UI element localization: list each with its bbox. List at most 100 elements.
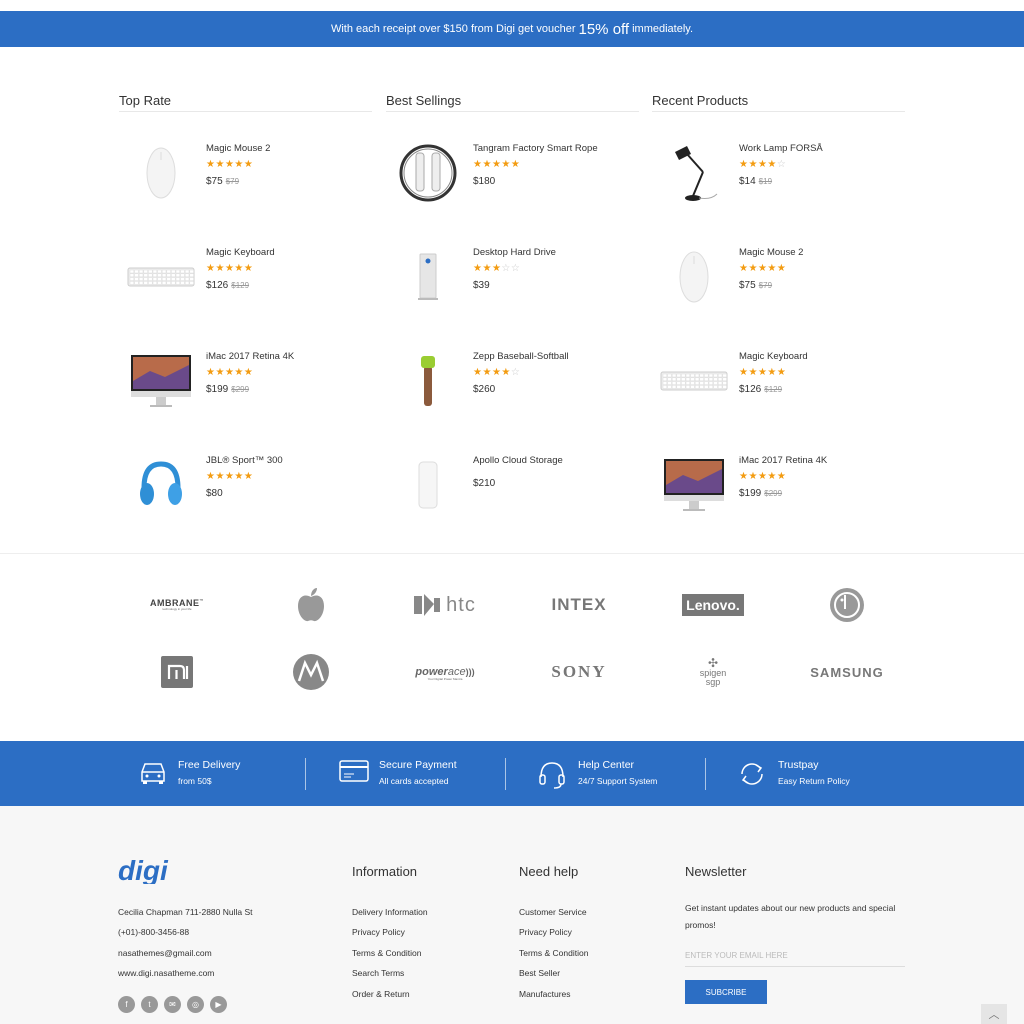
mouse-icon[interactable] [660,247,728,307]
product-column: Top Rate Magic Mouse 2 ★★★★★ $75 $79 Magic Ke… [119,84,372,505]
star-rating: ★★★★★ [739,471,827,482]
product-name[interactable]: JBL® Sport™ 300 [206,455,283,466]
star-icon: ★ [243,471,254,482]
product-name[interactable]: Apollo Cloud Storage [473,455,563,466]
twitter-icon[interactable]: t [141,996,158,1013]
footer-address: Cecilia Chapman 711-2880 Nulla St [118,907,253,917]
column-title: Best Sellings [386,84,639,112]
star-icon: ★ [510,159,521,170]
information-link[interactable]: Privacy Policy [352,927,405,937]
product-item[interactable]: Work Lamp FORSÅ ★★★★☆ $14 $19 [652,143,905,213]
brand-powerace-logo[interactable]: powerace))) Your Digital Power Mantra [378,647,512,697]
information-link[interactable]: Order & Return [352,989,410,999]
star-icon: ★ [776,263,787,274]
footer-website[interactable]: www.digi.nasatheme.com [118,968,214,978]
product-item[interactable]: iMac 2017 Retina 4K ★★★★★ $199 $299 [119,351,372,421]
back-to-top-button[interactable]: ︿ [981,1004,1007,1024]
current-price: $199 [206,384,229,395]
product-info: Magic Mouse 2 ★★★★★ $75 $79 [206,143,270,187]
feature-subtitle: 24/7 Support System [578,776,658,786]
headphones-icon[interactable] [127,455,195,515]
help-link[interactable]: Customer Service [519,907,587,917]
star-icon: ★ [482,159,492,170]
ambrane-tagline: technology in your life [162,607,192,611]
brand-intex-logo[interactable]: INTEX [512,580,646,630]
instagram-icon[interactable]: ◎ [187,996,204,1013]
information-title: Information [352,864,418,879]
feature-item: Help Center 24/7 Support System [538,741,738,806]
brand-sony-logo[interactable]: SONY [512,647,646,697]
footer-email[interactable]: nasathemes@gmail.com [118,948,212,958]
product-item[interactable]: Magic Keyboard ★★★★★ $126 $129 [652,351,905,421]
product-name[interactable]: Magic Mouse 2 [206,143,270,154]
help-link[interactable]: Privacy Policy [519,927,572,937]
star-icon: ★ [224,471,235,482]
information-link[interactable]: Delivery Information [352,907,428,917]
mi-logo[interactable] [110,647,244,697]
feature-divider [305,758,306,790]
star-icon: ★ [491,367,502,378]
motorola-logo[interactable] [244,647,378,697]
product-item[interactable]: Tangram Factory Smart Rope ★★★★★ $180 [386,143,639,213]
product-info: Desktop Hard Drive ★★★☆☆ $39 [473,247,556,291]
lg-logo[interactable] [780,580,914,630]
product-item[interactable]: iMac 2017 Retina 4K ★★★★★ $199 $299 [652,455,905,525]
youtube-icon[interactable]: ▶ [210,996,227,1013]
product-item[interactable]: Magic Mouse 2 ★★★★★ $75 $79 [119,143,372,213]
product-column: Recent Products Work Lamp FORSÅ ★★★★☆ $14 $1… [652,84,905,511]
star-icon: ★ [491,263,502,274]
product-name[interactable]: Desktop Hard Drive [473,247,556,258]
imac-icon[interactable] [660,455,728,515]
star-icon: ★ [215,471,225,482]
digi-logo[interactable]: digi [118,855,188,889]
help-link[interactable]: Best Seller [519,968,560,978]
product-item[interactable]: Zepp Baseball-Softball ★★★★☆ $260 [386,351,639,421]
imac-icon[interactable] [127,351,195,411]
email-icon[interactable]: ✉ [164,996,181,1013]
product-item[interactable]: Magic Mouse 2 ★★★★★ $75 $79 [652,247,905,317]
keyboard-icon[interactable] [660,351,728,411]
bat-sensor-icon[interactable] [394,351,462,411]
newsletter-email-input[interactable] [685,944,905,967]
product-name[interactable]: Tangram Factory Smart Rope [473,143,598,154]
product-name[interactable]: Work Lamp FORSÅ [739,143,823,154]
brand-samsung-logo[interactable]: SAMSUNG [780,647,914,697]
product-price: $260 [473,384,569,395]
subscribe-button[interactable]: SUBCRIBE [685,980,767,1004]
help-link[interactable]: Manufactures [519,989,571,999]
star-icon: ☆ [510,367,521,378]
facebook-icon[interactable]: f [118,996,135,1013]
information-link[interactable]: Search Terms [352,968,404,978]
brand-ambrane-logo[interactable]: AMBRANE™ technology in your life [110,580,244,630]
product-item[interactable]: Desktop Hard Drive ★★★☆☆ $39 [386,247,639,317]
product-name[interactable]: Magic Keyboard [739,351,808,362]
star-icon: ★ [767,367,777,378]
brand-spigen-sgp-logo[interactable]: ✣ spigen sgp [646,647,780,697]
product-name[interactable]: Magic Keyboard [206,247,275,258]
hard-drive-icon[interactable] [394,247,462,307]
product-name[interactable]: iMac 2017 Retina 4K [206,351,294,362]
current-price: $210 [473,478,496,489]
help-link[interactable]: Terms & Condition [519,948,588,958]
rope-icon[interactable] [394,143,462,203]
cloud-storage-icon[interactable] [394,455,462,515]
product-item[interactable]: Magic Keyboard ★★★★★ $126 $129 [119,247,372,317]
star-icon: ☆ [510,263,521,274]
product-info: Zepp Baseball-Softball ★★★★☆ $260 [473,351,569,395]
product-item[interactable]: Apollo Cloud Storage $210 [386,455,639,525]
product-name[interactable]: Zepp Baseball-Softball [473,351,569,362]
information-link[interactable]: Terms & Condition [352,948,421,958]
lamp-icon[interactable] [660,143,728,203]
promo-banner: With each receipt over $150 from Digi ge… [0,11,1024,47]
star-icon: ★ [767,471,777,482]
product-price: $210 [473,478,563,489]
product-item[interactable]: JBL® Sport™ 300 ★★★★★ $80 [119,455,372,525]
star-icon: ★ [224,159,235,170]
apple-logo[interactable] [244,580,378,630]
product-name[interactable]: Magic Mouse 2 [739,247,803,258]
keyboard-icon[interactable] [127,247,195,307]
mouse-icon[interactable] [127,143,195,203]
brand-lenovo-logo[interactable]: Lenovo. [646,580,780,630]
brand-htc-logo[interactable]: htc [378,580,512,630]
product-name[interactable]: iMac 2017 Retina 4K [739,455,827,466]
